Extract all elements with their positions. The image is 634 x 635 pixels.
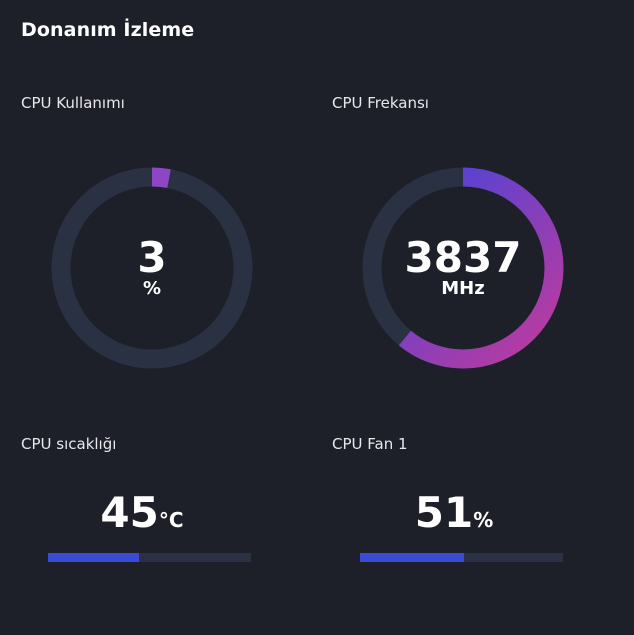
cpu-frequency-gauge: 3837 MHz: [361, 166, 565, 370]
cpu-usage-value: 3: [137, 233, 167, 282]
cpu-fan-bar: [360, 553, 563, 562]
cpu-usage-label: CPU Kullanımı: [21, 94, 125, 112]
cpu-usage-gauge: 3 %: [50, 166, 254, 370]
cpu-temp-value: 45: [100, 488, 159, 537]
cpu-temp-bar: [48, 553, 251, 562]
cpu-fan-readout: 51%: [352, 488, 556, 537]
cpu-temp-readout: 45°C: [40, 488, 244, 537]
cpu-fan-bar-fill: [360, 553, 464, 562]
cpu-usage-unit: %: [142, 278, 162, 299]
cpu-temp-bar-fill: [48, 553, 140, 562]
cpu-frequency-value: 3837: [404, 233, 522, 282]
cpu-temp-label: CPU sıcaklığı: [21, 435, 117, 453]
cpu-fan-value: 51: [414, 488, 474, 537]
page-title: Donanım İzleme: [21, 19, 195, 41]
cpu-fan-label: CPU Fan 1: [332, 435, 408, 453]
cpu-temp-unit: °C: [158, 508, 184, 532]
cpu-frequency-label: CPU Frekansı: [332, 94, 429, 112]
cpu-frequency-unit: MHz: [441, 278, 485, 299]
cpu-fan-unit: %: [473, 508, 494, 532]
